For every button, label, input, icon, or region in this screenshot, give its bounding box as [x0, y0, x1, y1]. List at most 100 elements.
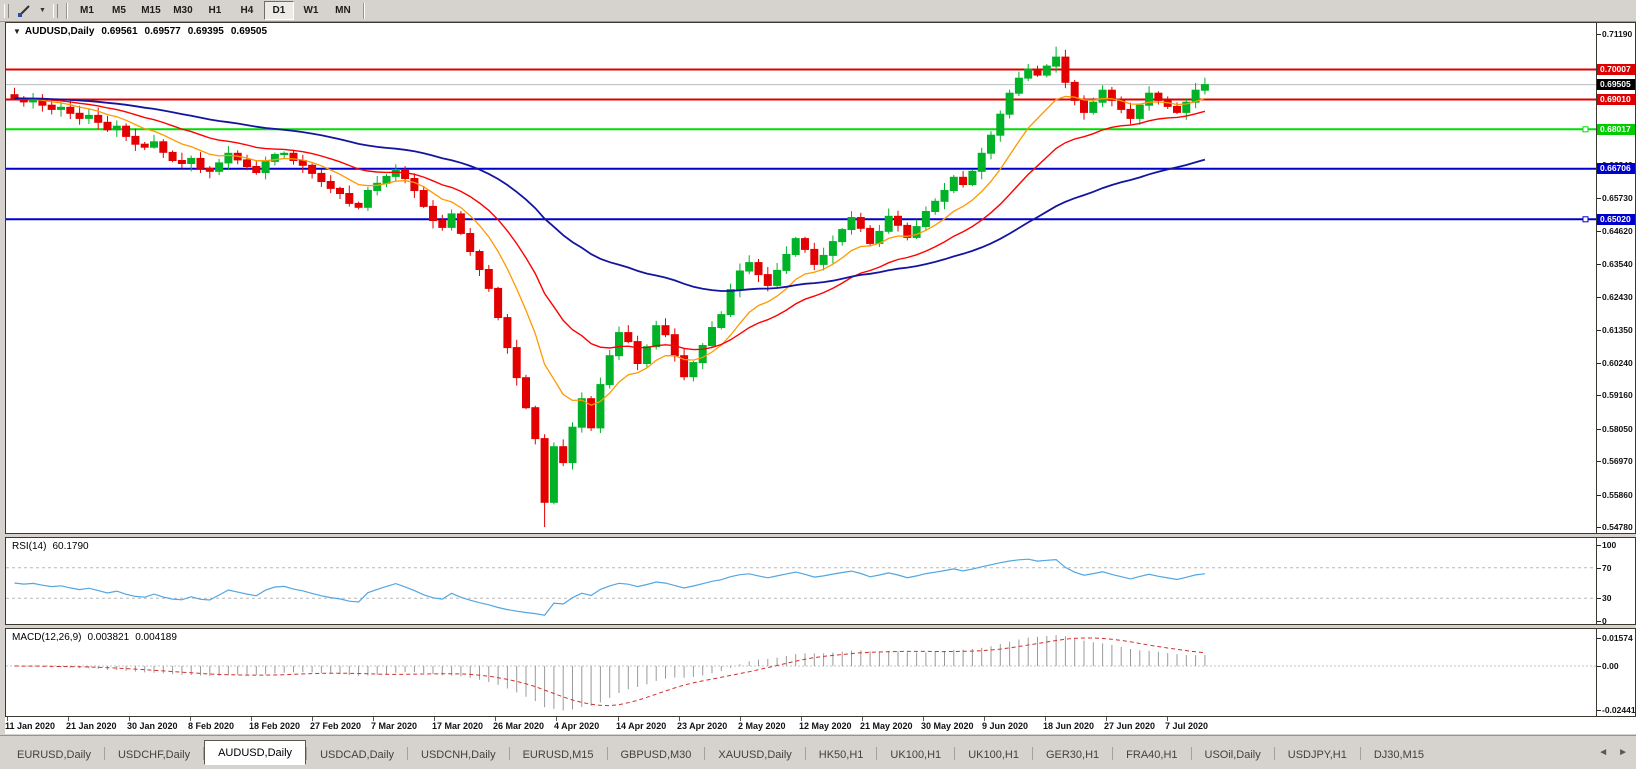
macd-scale[interactable]: 0.015740.00-0.02441: [1596, 629, 1635, 716]
price-tick: [1597, 34, 1601, 35]
tab-EURUSD,M15[interactable]: EURUSD,M15: [510, 745, 607, 765]
macd-plot[interactable]: [6, 629, 1597, 716]
tf-button-MN[interactable]: MN: [328, 1, 358, 20]
price-scale[interactable]: 0.711900.700800.689700.679200.668400.657…: [1596, 23, 1635, 533]
toolbar-grip[interactable]: [53, 4, 58, 18]
rsi-scale[interactable]: 10070300: [1596, 538, 1635, 624]
macd-tick: [1597, 666, 1601, 667]
tab-AUDUSD,Daily[interactable]: AUDUSD,Daily: [204, 740, 306, 765]
candle-up: [1015, 78, 1022, 93]
tf-button-W1[interactable]: W1: [296, 1, 326, 20]
candle-up: [1201, 85, 1208, 91]
price-tick-label: 0.62430: [1602, 292, 1633, 302]
candle-up: [950, 177, 957, 190]
candle-up: [188, 158, 195, 163]
tab-HK50,H1[interactable]: HK50,H1: [806, 745, 877, 765]
candle-up: [606, 356, 613, 385]
tab-FRA40,H1[interactable]: FRA40,H1: [1113, 745, 1190, 765]
candle-down: [178, 161, 185, 164]
candle-down: [104, 122, 111, 130]
candle-down: [197, 158, 204, 168]
tf-button-H4[interactable]: H4: [232, 1, 262, 20]
candle-up: [1053, 57, 1060, 66]
tab-USOil,Daily[interactable]: USOil,Daily: [1192, 745, 1274, 765]
candle-up: [709, 328, 716, 346]
time-tick-label: 4 Apr 2020: [554, 721, 599, 731]
price-tick-label: 0.59160: [1602, 390, 1633, 400]
candle-up: [58, 107, 65, 109]
candle-up: [1090, 102, 1097, 112]
chart-tools-icon[interactable]: [13, 1, 36, 21]
price-tick-label: 0.61350: [1602, 325, 1633, 335]
chart-tabs: EURUSD,DailyUSDCHF,DailyAUDUSD,DailyUSDC…: [4, 741, 1437, 765]
tab-scroll-right-icon[interactable]: ►: [1618, 747, 1628, 758]
price-tick-label: 0.71190: [1602, 29, 1632, 39]
time-tick-label: 18 Jun 2020: [1043, 721, 1094, 731]
macd-tick-label: 0.00: [1602, 661, 1619, 671]
price-tick: [1597, 264, 1601, 265]
candle-up: [364, 191, 371, 208]
time-tick-label: 21 May 2020: [860, 721, 913, 731]
hline-price-label: 0.69010: [1597, 94, 1635, 105]
price-tick-label: 0.55860: [1602, 490, 1633, 500]
tab-USDCAD,Daily[interactable]: USDCAD,Daily: [307, 745, 407, 765]
time-tick-label: 8 Feb 2020: [188, 721, 234, 731]
tf-button-M15[interactable]: M15: [136, 1, 166, 20]
tab-XAUUSD,Daily[interactable]: XAUUSD,Daily: [705, 745, 804, 765]
candle-down: [532, 408, 539, 439]
macd-title: MACD(12,26,9)0.0038210.004189: [12, 632, 183, 643]
tf-button-M30[interactable]: M30: [168, 1, 198, 20]
line-handle[interactable]: [1583, 127, 1588, 132]
rsi-plot[interactable]: [6, 538, 1597, 624]
candle-down: [513, 348, 520, 378]
time-scale[interactable]: 11 Jan 202021 Jan 202030 Jan 20208 Feb 2…: [5, 717, 1636, 734]
tab-GER30,H1[interactable]: GER30,H1: [1033, 745, 1112, 765]
tab-GBPUSD,M30[interactable]: GBPUSD,M30: [608, 745, 705, 765]
tab-USDCHF,Daily[interactable]: USDCHF,Daily: [105, 745, 203, 765]
rsi-title: RSI(14)60.1790: [12, 541, 95, 552]
candle-up: [281, 153, 288, 154]
tab-USDCNH,Daily[interactable]: USDCNH,Daily: [408, 745, 509, 765]
macd-tick-label: 0.01574: [1602, 633, 1633, 643]
candle-down: [402, 170, 409, 179]
macd-value-signal: 0.004189: [135, 632, 177, 643]
tab-UK100,H1[interactable]: UK100,H1: [955, 745, 1032, 765]
candle-down: [811, 249, 818, 264]
candle-up: [829, 242, 836, 256]
tab-USDJPY,H1[interactable]: USDJPY,H1: [1275, 745, 1360, 765]
candle-up: [988, 135, 995, 153]
tools-dropdown-caret[interactable]: ▼: [36, 1, 49, 21]
candle-up: [820, 255, 827, 264]
price-tick: [1597, 297, 1601, 298]
candle-down: [346, 194, 353, 204]
candle-down: [764, 275, 771, 286]
candlestick-plot[interactable]: [6, 23, 1597, 533]
tab-EURUSD,Daily[interactable]: EURUSD,Daily: [4, 745, 104, 765]
rsi-panel: RSI(14)60.1790 10070300: [5, 537, 1636, 625]
candle-down: [206, 168, 213, 171]
ohlc-low: 0.69395: [188, 26, 224, 37]
candle-down: [67, 107, 74, 113]
candle-up: [1136, 105, 1143, 118]
tab-UK100,H1[interactable]: UK100,H1: [877, 745, 954, 765]
hline-price-label: 0.65020: [1597, 214, 1635, 225]
candle-down: [95, 115, 102, 122]
price-tick: [1597, 231, 1601, 232]
price-tick: [1597, 495, 1601, 496]
macd-panel: MACD(12,26,9)0.0038210.004189 0.01574 0.0…: [5, 628, 1636, 717]
tab-DJ30,M15[interactable]: DJ30,M15: [1361, 745, 1437, 765]
time-tick-label: 30 Jan 2020: [127, 721, 178, 731]
rsi-tick: [1597, 598, 1601, 599]
toolbar-grip[interactable]: [4, 4, 9, 18]
tf-button-D1[interactable]: D1: [264, 1, 294, 20]
candle-down: [1034, 69, 1041, 75]
collapse-chart-icon[interactable]: ▼: [13, 27, 21, 36]
line-handle[interactable]: [1583, 217, 1588, 222]
tf-button-H1[interactable]: H1: [200, 1, 230, 20]
timeframe-buttons: M1M5M15M30H1H4D1W1MN: [71, 1, 359, 20]
tf-button-M5[interactable]: M5: [104, 1, 134, 20]
tf-button-M1[interactable]: M1: [72, 1, 102, 20]
candle-down: [495, 288, 502, 317]
tab-scroll-left-icon[interactable]: ◄: [1598, 747, 1608, 758]
price-tick: [1597, 198, 1601, 199]
